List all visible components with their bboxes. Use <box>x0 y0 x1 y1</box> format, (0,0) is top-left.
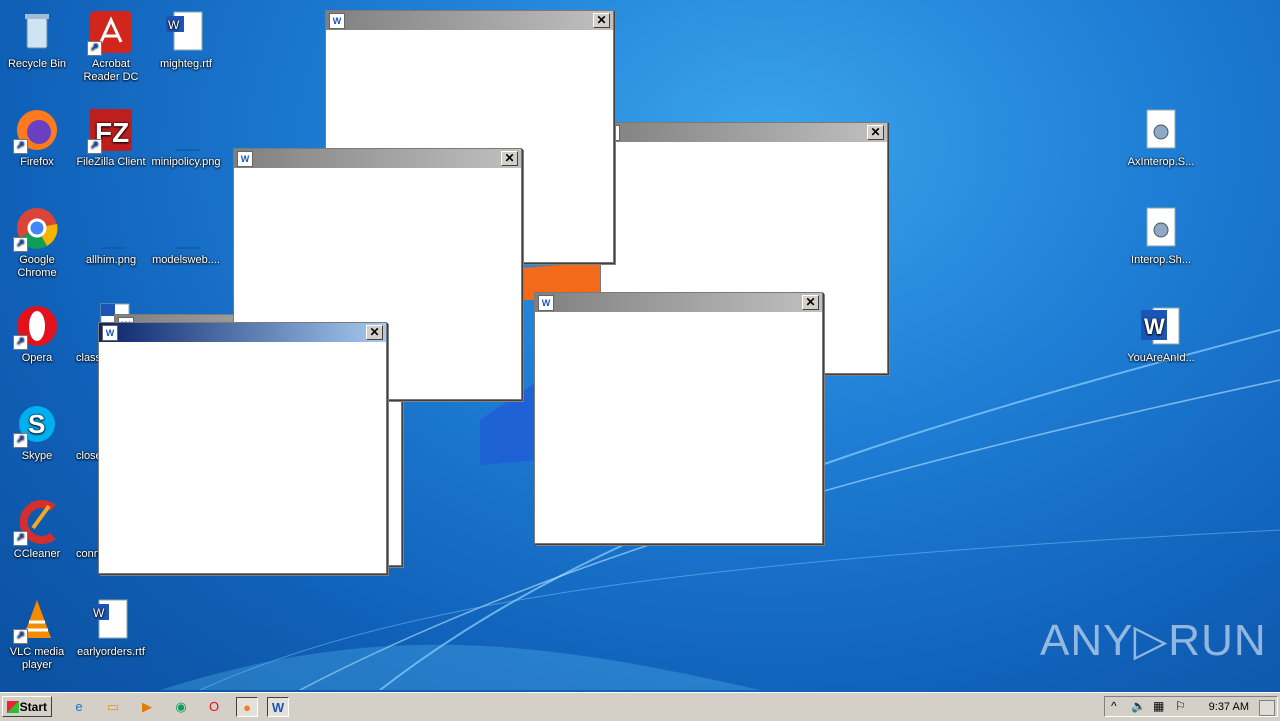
vlc-icon[interactable]: ↗ VLC media player <box>0 596 74 672</box>
chrome-icon[interactable]: ↗ Google Chrome <box>0 204 74 280</box>
acrobat-reader-icon[interactable]: ↗ Acrobat Reader DC <box>74 8 148 84</box>
word-icon: W <box>538 295 554 311</box>
anyrun-watermark: ANY▷RUN <box>1040 616 1267 665</box>
desktop-icon-label: Opera <box>21 352 53 364</box>
internet-explorer-icon[interactable]: e <box>68 697 90 717</box>
window-titlebar[interactable]: W✕ <box>601 123 887 142</box>
file-explorer-icon[interactable]: ▭ <box>102 697 124 717</box>
desktop-icon-label: modelsweb.... <box>152 254 220 266</box>
close-button[interactable]: ✕ <box>867 125 884 140</box>
window-titlebar[interactable]: W✕ <box>99 323 386 342</box>
desktop-icon-label: Firefox <box>20 156 54 168</box>
settings-file-icon[interactable]: AxInterop.S... <box>1124 106 1198 169</box>
skype-icon[interactable]: S ↗ Skype <box>0 400 74 463</box>
volume-icon[interactable]: 🔈 <box>1131 699 1146 713</box>
desktop-icon-label: Recycle Bin <box>7 58 67 70</box>
network-icon[interactable]: ▦ <box>1153 699 1164 713</box>
firefox-taskbar-icon[interactable]: ● <box>236 697 258 717</box>
filezilla-icon[interactable]: FZ ↗ FileZilla Client <box>74 106 148 169</box>
close-button[interactable]: ✕ <box>501 151 518 166</box>
desktop-icon-label: Skype <box>21 450 53 462</box>
desktop-icon-label: FileZilla Client <box>76 156 146 168</box>
blank-popup-window[interactable]: W✕ <box>98 322 387 574</box>
taskbar: Start e ▭ ▶ ◉ O ● W ^ 🔈 ▦ ⚐ 9:37 AM <box>0 692 1280 721</box>
show-desktop-button[interactable] <box>1259 700 1275 716</box>
recycle-bin-icon[interactable]: Recycle Bin <box>0 8 74 71</box>
opera-taskbar-icon[interactable]: O <box>203 697 225 717</box>
svg-text:W: W <box>1144 314 1165 339</box>
desktop-icon-label: CCleaner <box>13 548 61 560</box>
opera-icon[interactable]: ↗ Opera <box>0 302 74 365</box>
word-icon: W <box>102 325 118 341</box>
desktop-icon-label: Interop.Sh... <box>1131 254 1191 266</box>
ccleaner-icon[interactable]: ↗ CCleaner <box>0 498 74 561</box>
window-titlebar[interactable]: W✕ <box>535 293 822 312</box>
word-icon: W <box>329 13 345 29</box>
blank-popup-window[interactable]: W✕ <box>534 292 823 544</box>
firefox-icon[interactable]: ↗ Firefox <box>0 106 74 169</box>
desktop-icon-label: earlyorders.rtf <box>77 646 145 658</box>
settings-file-icon[interactable]: Interop.Sh... <box>1124 204 1198 267</box>
png-file-icon[interactable]: allhim.png <box>74 204 148 267</box>
svg-text:W: W <box>93 606 105 620</box>
desktop-icon-label: minipolicy.png <box>151 156 221 168</box>
media-player-icon[interactable]: ▶ <box>136 697 158 717</box>
desktop-icon-label: YouAreAnId... <box>1127 352 1195 364</box>
word-document-icon[interactable]: W earlyorders.rtf <box>74 596 148 659</box>
windows-logo-icon <box>7 701 19 713</box>
clock[interactable]: 9:37 AM <box>1209 701 1249 713</box>
png-file-icon[interactable]: minipolicy.png <box>149 106 223 169</box>
svg-text:S: S <box>28 409 45 439</box>
desktop-icon-label: mighteg.rtf <box>160 58 212 70</box>
word-document-icon[interactable]: W mighteg.rtf <box>149 8 223 71</box>
window-titlebar[interactable]: W✕ <box>326 11 613 30</box>
desktop-icon-label: Acrobat Reader DC <box>83 58 139 83</box>
close-button[interactable]: ✕ <box>593 13 610 28</box>
word-icon: W <box>237 151 253 167</box>
start-button[interactable]: Start <box>2 696 52 717</box>
action-center-flag-icon[interactable]: ⚐ <box>1175 699 1186 713</box>
desktop-icon-label: AxInterop.S... <box>1127 156 1195 168</box>
window-titlebar[interactable]: W✕ <box>234 149 521 168</box>
desktop-icon-label: VLC media player <box>9 646 65 671</box>
show-hidden-icons-icon[interactable]: ^ <box>1111 699 1117 713</box>
chrome-taskbar-icon[interactable]: ◉ <box>170 697 192 717</box>
close-button[interactable]: ✕ <box>802 295 819 310</box>
svg-text:W: W <box>168 18 180 32</box>
file-icon[interactable]: modelsweb.... <box>149 204 223 267</box>
desktop-icon-label: allhim.png <box>85 254 137 266</box>
desktop-icon-label: Google Chrome <box>17 254 57 279</box>
word-app-icon[interactable]: W YouAreAnId... <box>1124 302 1198 365</box>
system-tray: ^ 🔈 ▦ ⚐ 9:37 AM <box>1104 696 1278 717</box>
word-taskbar-icon[interactable]: W <box>267 697 289 717</box>
close-button[interactable]: ✕ <box>366 325 383 340</box>
